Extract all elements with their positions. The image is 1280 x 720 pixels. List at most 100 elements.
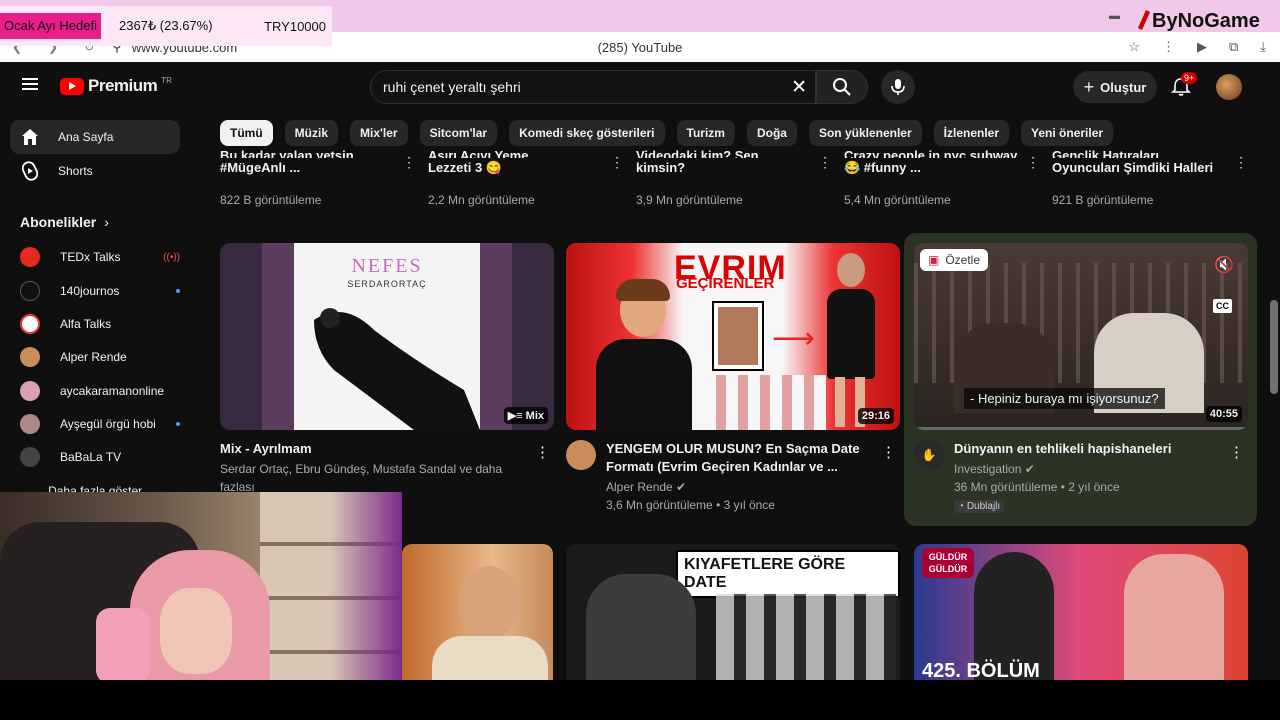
page-scrollbar[interactable] (1268, 62, 1280, 680)
video-title[interactable]: Dünyanın en tehlikeli hapishaneleri (954, 440, 1171, 458)
extensions-icon[interactable]: ⧉ (1229, 39, 1238, 55)
video-title-line: Lezzeti 3 😋 (428, 160, 502, 175)
sidebar-item-home[interactable]: Ana Sayfa (10, 120, 180, 154)
dubbed-badge: ◔ Dublajlı (954, 500, 1005, 513)
video-stats: 36 Mn görüntüleme • 2 yıl önce (954, 480, 1120, 494)
voice-search-button[interactable] (881, 70, 915, 104)
thumb-arrow: ⟶ (772, 322, 816, 355)
clear-icon[interactable]: ✕ (791, 76, 807, 99)
video-card-yengem[interactable]: EVRIM GEÇİRENLER ⟶ 29:16 YENGEM OLUR MUS… (566, 243, 900, 514)
more-options-icon[interactable]: ⋮ (881, 443, 896, 461)
chip-new-recs[interactable]: Yeni öneriler (1021, 120, 1114, 146)
video-thumbnail[interactable] (402, 544, 553, 680)
logo-country: TR (161, 75, 172, 85)
verified-icon: ✔ (1024, 462, 1035, 476)
sub-name: BaBaLa TV (60, 450, 122, 464)
video-card-prisons[interactable]: ▣ Özetle 🔇 CC - Hepiniz buraya mı işiyor… (914, 243, 1248, 514)
chip-sitcoms[interactable]: Sitcom'lar (419, 120, 498, 146)
video-title: Aşırı Acıyı Yeme Lezzeti 3 😋 (428, 148, 618, 186)
sidebar-sub-alfa-talks[interactable]: Alfa Talks (20, 310, 180, 338)
menu-dots-icon[interactable]: ⋮ (1162, 39, 1175, 55)
more-options-icon[interactable]: ⋮ (402, 154, 416, 171)
video-title[interactable]: Mix - Ayrılmam (220, 440, 530, 458)
mute-icon[interactable]: 🔇 (1214, 255, 1234, 275)
screen: Ocak Ayı Hedefi 2367₺ (23.67%) TRY10000 … (0, 0, 1280, 720)
avatar (20, 347, 40, 367)
video-title[interactable]: YENGEM OLUR MUSUN? En Saçma Date Formatı… (606, 440, 876, 476)
thumb-lineup (716, 594, 896, 680)
chip-nature[interactable]: Doğa (746, 120, 797, 146)
more-options-icon[interactable]: ⋮ (535, 443, 550, 461)
video-preview-player[interactable]: ▣ Özetle 🔇 CC - Hepiniz buraya mı işiyor… (914, 243, 1248, 430)
create-button[interactable]: + Oluştur (1073, 71, 1157, 103)
video-card[interactable]: Videodaki kim? Sen kimsin? 3,9 Mn görünt… (636, 148, 832, 207)
video-thumbnail[interactable]: NEFES SERDARORTAÇ ▶≡ Mix (220, 243, 554, 430)
video-card[interactable]: Aşırı Acıyı Yeme Lezzeti 3 😋 2,2 Mn görü… (428, 148, 624, 207)
menu-icon[interactable] (22, 78, 38, 90)
sidebar-item-label: Shorts (58, 164, 93, 178)
verified-icon: ✔ (676, 480, 687, 494)
video-thumbnail[interactable]: KIYAFETLERE GÖRE DATE (566, 544, 900, 680)
sub-name: Ayşegül örgü hobi (60, 417, 156, 431)
thumb-artist: SERDARORTAÇ (347, 279, 427, 289)
search-button[interactable] (816, 70, 868, 104)
media-icon[interactable]: ▶ (1197, 39, 1207, 55)
more-options-icon[interactable]: ⋮ (818, 154, 832, 171)
account-avatar[interactable] (1216, 74, 1242, 100)
summary-chip[interactable]: ▣ Özetle (920, 249, 989, 271)
thumb-person-left (596, 279, 692, 430)
sidebar-sub-alper-rende[interactable]: Alper Rende (20, 343, 180, 371)
youtube-logo[interactable]: Premium TR (60, 76, 172, 96)
channel-name-row[interactable]: Alper Rende ✔ (606, 478, 876, 496)
subscriptions-heading[interactable]: Abonelikler › (20, 214, 109, 230)
chip-all[interactable]: Tümü (220, 120, 273, 146)
dubbed-label: Dublajlı (966, 501, 1001, 512)
youtube-play-icon (60, 77, 84, 95)
video-card[interactable]: Gençlik Hatıraları Oyuncuları Şimdiki Ha… (1052, 148, 1248, 207)
new-content-dot (176, 289, 180, 293)
chip-music[interactable]: Müzik (284, 120, 339, 146)
more-options-icon[interactable]: ⋮ (1229, 443, 1244, 461)
mix-artists: Serdar Ortaç, Ebru Gündeş, Mustafa Sanda… (220, 462, 503, 494)
chip-mixes[interactable]: Mix'ler (350, 120, 408, 146)
filter-chips: Tümü Müzik Mix'ler Sitcom'lar Komedi ske… (220, 120, 1114, 146)
sidebar: Ana Sayfa Shorts Abonelikler › TEDx Talk… (0, 114, 192, 500)
minimize-icon[interactable]: ▬ (1109, 10, 1120, 22)
search-input[interactable]: ruhi çenet yeraltı şehri ✕ (370, 70, 816, 104)
sidebar-sub-babala[interactable]: BaBaLa TV (20, 443, 180, 471)
sidebar-sub-aycakaraman[interactable]: aycakaramanonline (20, 377, 180, 405)
shorts-icon (20, 161, 40, 181)
more-options-icon[interactable]: ⋮ (610, 154, 624, 171)
video-title-clipped: Gençlik Hatıraları (1052, 148, 1159, 158)
video-title-clipped: Aşırı Acıyı Yeme (428, 148, 529, 158)
sub-name: Alfa Talks (60, 317, 112, 331)
sidebar-sub-tedx[interactable]: TEDx Talks ((•)) (20, 243, 180, 271)
video-card-mix[interactable]: NEFES SERDARORTAÇ ▶≡ Mix Mix - Ayrılmam … (220, 243, 554, 496)
channel-name: Investigation (954, 462, 1022, 476)
bookmark-icon[interactable]: ☆ (1128, 39, 1140, 55)
youtube-header: Premium TR ruhi çenet yeraltı şehri ✕ + … (0, 62, 1268, 114)
download-icon[interactable]: ⤓ (1260, 39, 1266, 55)
chip-watched[interactable]: İzlenenler (933, 120, 1010, 146)
sidebar-sub-aysegul[interactable]: Ayşegül örgü hobi (20, 410, 180, 438)
playlist-icon: ▶≡ (507, 410, 526, 422)
chip-comedy[interactable]: Komedi skeç gösterileri (509, 120, 665, 146)
video-title-clipped: Videodaki kim? Sen (636, 148, 759, 158)
channel-name-row[interactable]: Investigation ✔ (954, 460, 1171, 478)
video-thumbnail[interactable]: EVRIM GEÇİRENLER ⟶ 29:16 (566, 243, 900, 430)
video-card[interactable]: Crazy people in nyc subway 😂 #funny ... … (844, 148, 1040, 207)
more-options-icon[interactable]: ⋮ (1026, 154, 1040, 171)
more-options-icon[interactable]: ⋮ (1234, 154, 1248, 171)
channel-avatar[interactable]: ✋ (914, 440, 944, 470)
video-meta: 2,2 Mn görüntüleme (428, 193, 535, 207)
chip-recent[interactable]: Son yüklenenler (808, 120, 922, 146)
channel-avatar[interactable] (566, 440, 596, 470)
sidebar-item-shorts[interactable]: Shorts (10, 154, 180, 188)
captions-icon[interactable]: CC (1213, 299, 1232, 313)
video-title: Videodaki kim? Sen kimsin? (636, 148, 826, 186)
video-card[interactable]: Bu kadar yalan yetsin #MügeAnlı ... 822 … (220, 148, 416, 207)
chip-tourism[interactable]: Turizm (676, 120, 735, 146)
sidebar-sub-140journos[interactable]: 140journos (20, 277, 180, 305)
scroll-thumb[interactable] (1270, 300, 1278, 394)
video-thumbnail[interactable]: GÜLDÜR GÜLDÜR 425. BÖLÜM (914, 544, 1248, 680)
